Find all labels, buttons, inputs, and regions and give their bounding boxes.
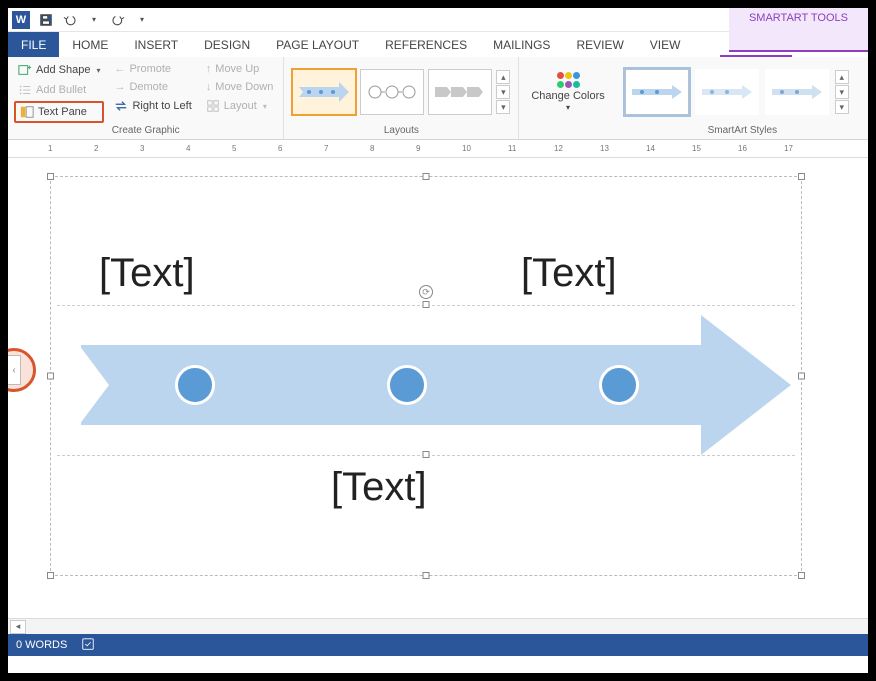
- save-button[interactable]: [35, 9, 57, 31]
- tab-mailings[interactable]: MAILINGS: [480, 32, 563, 57]
- layouts-scroll-up[interactable]: ▴: [496, 70, 510, 84]
- add-shape-button[interactable]: Add Shape▾: [14, 61, 104, 79]
- smartart-tools-label: SMARTART TOOLS: [749, 10, 848, 24]
- tab-insert[interactable]: INSERT: [121, 32, 191, 57]
- smartart-arrow-shape[interactable]: [81, 315, 811, 455]
- resize-handle-nw[interactable]: [47, 173, 54, 180]
- resize-handle-w[interactable]: [47, 373, 54, 380]
- ribbon: Add Shape▾ Add Bullet Text Pane ←Promote: [8, 57, 868, 140]
- tab-view[interactable]: VIEW: [637, 32, 694, 57]
- smartart-text-2[interactable]: [Text]: [521, 251, 617, 296]
- undo-dropdown[interactable]: ▾: [83, 9, 105, 31]
- ruler-tick: 3: [140, 144, 144, 153]
- layout-basic-process[interactable]: [292, 69, 356, 115]
- style-subtle-effect[interactable]: [765, 69, 829, 115]
- smartart-container[interactable]: ⟳ [Text] [Text] [Text]: [50, 176, 802, 576]
- styles-scroll-up[interactable]: ▴: [835, 70, 849, 84]
- resize-handle-sw[interactable]: [47, 572, 54, 579]
- ruler-tick: 8: [370, 144, 374, 153]
- move-up-button: ↑Move Up: [202, 61, 278, 77]
- rotate-handle[interactable]: ⟳: [419, 285, 433, 299]
- resize-handle-s[interactable]: [423, 572, 430, 579]
- layouts-scroll-down[interactable]: ▾: [496, 85, 510, 99]
- smartart-text-1[interactable]: [Text]: [99, 251, 195, 296]
- ruler-tick: 17: [784, 144, 793, 153]
- move-down-button: ↓Move Down: [202, 79, 278, 95]
- style-simple-fill[interactable]: [625, 69, 689, 115]
- smartart-node-1[interactable]: [175, 365, 215, 405]
- status-bar: 0 WORDS: [8, 634, 868, 656]
- group-layouts: ▴ ▾ ▾ Layouts: [284, 57, 519, 139]
- ruler-tick: 16: [738, 144, 747, 153]
- tab-file[interactable]: FILE: [8, 32, 59, 57]
- smartart-text-3[interactable]: [Text]: [331, 465, 427, 510]
- right-to-left-button[interactable]: Right to Left: [110, 97, 195, 115]
- demote-button: →Demote: [110, 79, 195, 95]
- group-create-graphic: Add Shape▾ Add Bullet Text Pane ←Promote: [8, 57, 284, 139]
- qat-customize[interactable]: ▾: [131, 9, 153, 31]
- ruler-tick: 2: [94, 144, 98, 153]
- undo-button[interactable]: [59, 9, 81, 31]
- layouts-more-button[interactable]: ▾: [496, 100, 510, 114]
- ruler-tick: 10: [462, 144, 471, 153]
- group-label-styles: SmartArt Styles: [623, 123, 862, 139]
- ruler-tick: 12: [554, 144, 563, 153]
- ruler-tick: 9: [416, 144, 420, 153]
- ruler-tick: 1: [48, 144, 52, 153]
- group-label-layouts: Layouts: [290, 123, 512, 139]
- styles-scroll-down[interactable]: ▾: [835, 85, 849, 99]
- inner-handle-n[interactable]: [423, 301, 430, 308]
- smartart-node-2[interactable]: [387, 365, 427, 405]
- promote-button: ←Promote: [110, 61, 195, 77]
- ruler-tick: 13: [600, 144, 609, 153]
- ruler-tick: 6: [278, 144, 282, 153]
- group-label-create-graphic: Create Graphic: [14, 123, 277, 139]
- ruler-tick: 15: [692, 144, 701, 153]
- add-bullet-button: Add Bullet: [14, 81, 104, 99]
- horizontal-ruler: 1234567891011121314151617: [8, 140, 868, 158]
- ruler-tick: 14: [646, 144, 655, 153]
- redo-button[interactable]: [107, 9, 129, 31]
- text-pane-toggle-highlight: ‹: [8, 348, 36, 392]
- tab-page-layout[interactable]: PAGE LAYOUT: [263, 32, 372, 57]
- text-pane-button[interactable]: Text Pane: [14, 101, 104, 123]
- resize-handle-se[interactable]: [798, 572, 805, 579]
- resize-handle-n[interactable]: [423, 173, 430, 180]
- smartart-node-3[interactable]: [599, 365, 639, 405]
- tab-review[interactable]: REVIEW: [563, 32, 636, 57]
- tab-references[interactable]: REFERENCES: [372, 32, 480, 57]
- text-pane-expand-tab[interactable]: ‹: [8, 355, 21, 385]
- smartart-tools-contextual: SMARTART TOOLS: [729, 8, 868, 52]
- ruler-tick: 7: [324, 144, 328, 153]
- layout-circle-process[interactable]: [360, 69, 424, 115]
- group-change-colors: Change Colors ▾: [519, 57, 616, 139]
- title-bar: W ▾ ▾ SMARTART TOOLS: [8, 8, 868, 32]
- word-count[interactable]: 0 WORDS: [16, 639, 67, 651]
- spellcheck-icon[interactable]: [81, 637, 95, 654]
- document-canvas[interactable]: ⟳ [Text] [Text] [Text] ‹: [8, 158, 868, 618]
- ruler-tick: 4: [186, 144, 190, 153]
- tab-home[interactable]: HOME: [59, 32, 121, 57]
- style-white-outline[interactable]: [695, 69, 759, 115]
- ruler-tick: 11: [508, 144, 516, 153]
- styles-more-button[interactable]: ▾: [835, 100, 849, 114]
- ruler-tick: 5: [232, 144, 236, 153]
- layout-chevron-process[interactable]: [428, 69, 492, 115]
- change-colors-button[interactable]: Change Colors ▾: [525, 70, 610, 113]
- scroll-left-button[interactable]: ◂: [10, 620, 26, 634]
- resize-handle-ne[interactable]: [798, 173, 805, 180]
- word-app-icon: W: [12, 11, 30, 29]
- horizontal-scrollbar[interactable]: ◂: [8, 618, 868, 634]
- tab-design[interactable]: DESIGN: [191, 32, 263, 57]
- layout-button: Layout▾: [202, 97, 278, 115]
- group-smartart-styles: ▴ ▾ ▾ SmartArt Styles: [617, 57, 868, 139]
